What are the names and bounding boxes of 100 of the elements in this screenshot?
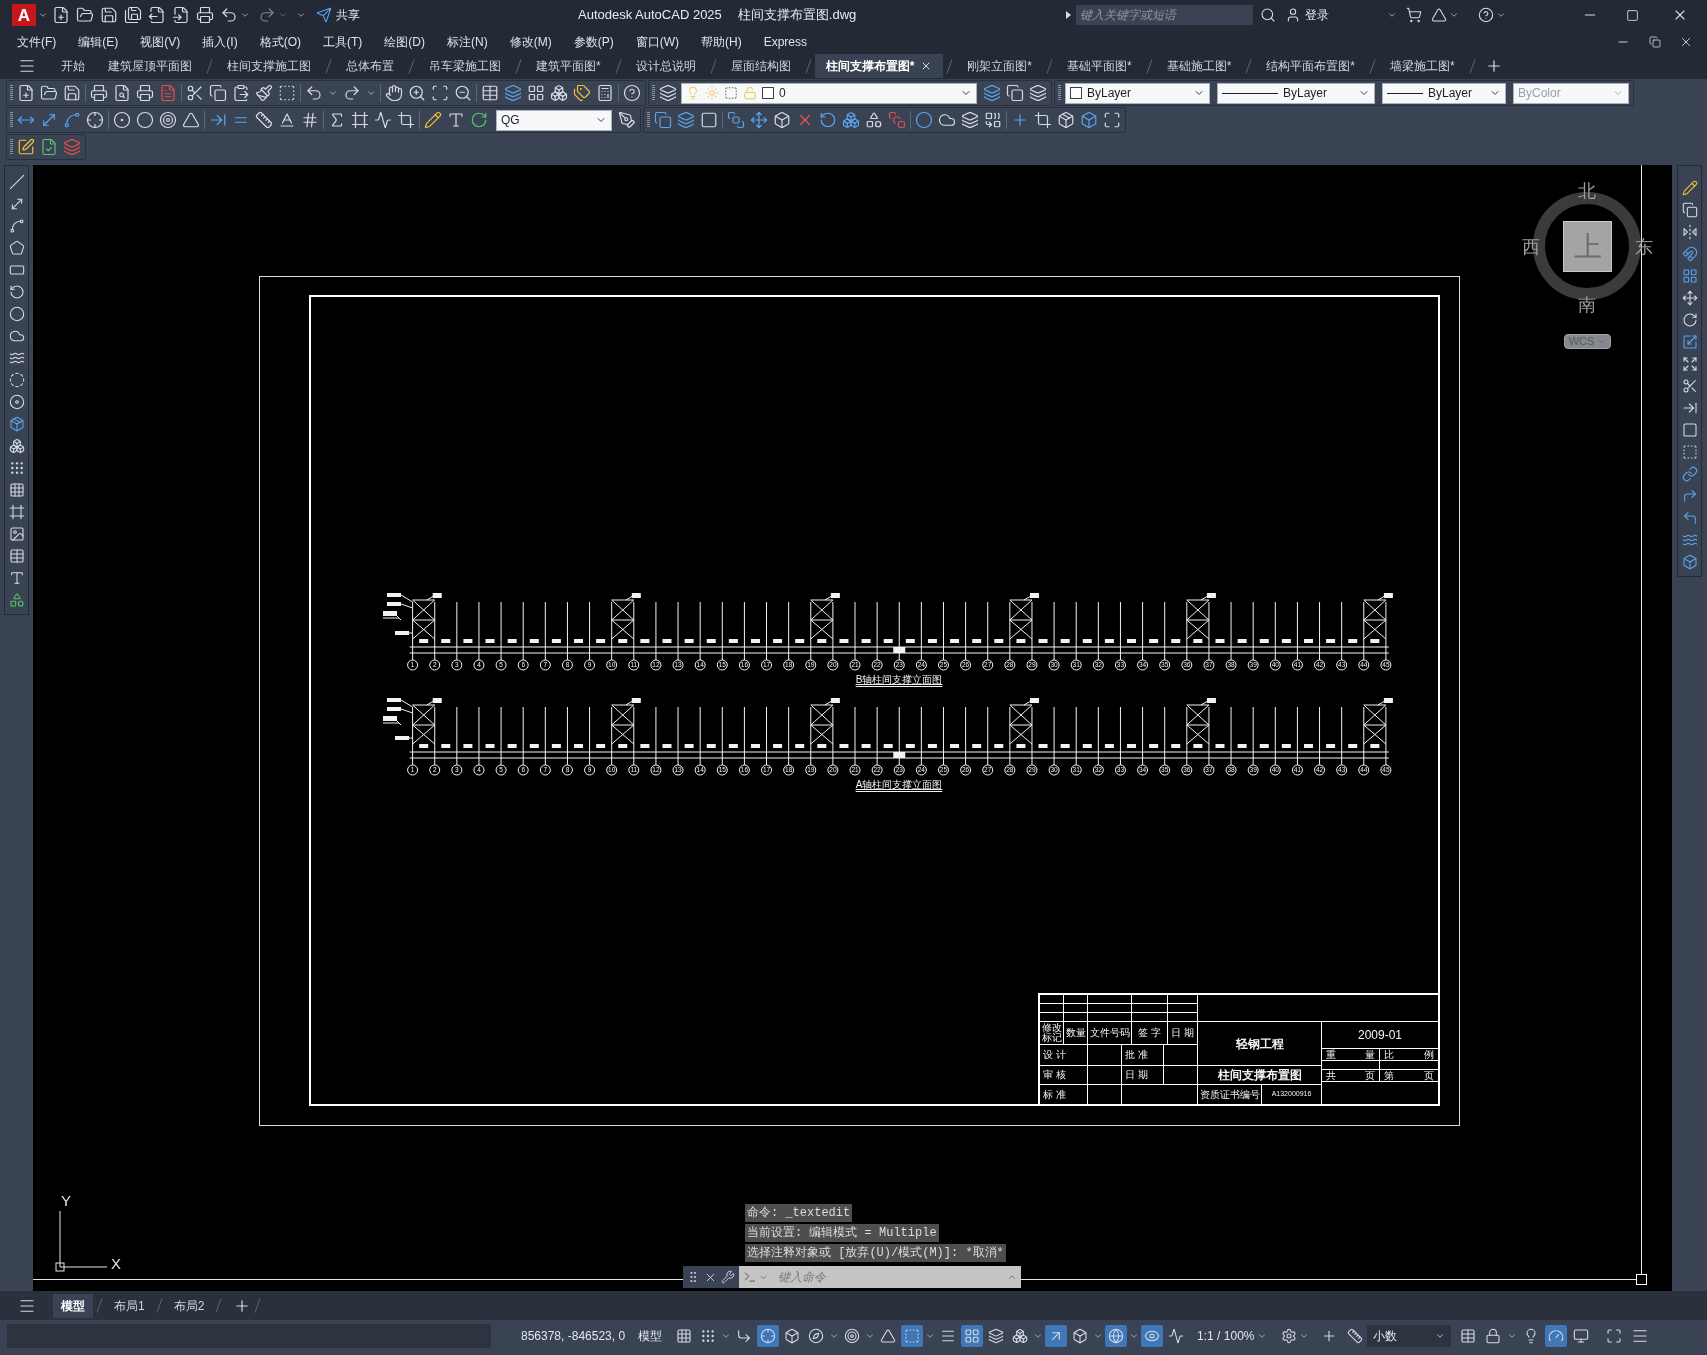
file-tab[interactable]: 建筑平面图* <box>525 54 612 78</box>
folder-open-icon[interactable] <box>40 84 58 102</box>
layers-icon[interactable] <box>659 84 677 102</box>
ruler-icon[interactable] <box>255 111 273 129</box>
arrow-to-line-icon[interactable] <box>209 111 227 129</box>
caret-icon[interactable] <box>1129 1331 1140 1341</box>
link-icon[interactable] <box>1681 466 1698 482</box>
rotate-left-icon[interactable] <box>819 111 837 129</box>
expand-arrows-icon[interactable] <box>1681 356 1698 372</box>
hand-icon[interactable] <box>385 84 403 102</box>
squares-arrow-icon[interactable] <box>984 111 1002 129</box>
shapes-icon[interactable] <box>865 111 883 129</box>
lineweight-dropdown[interactable]: ByLayer <box>1382 82 1506 104</box>
file-tab[interactable]: 基础平面图* <box>1056 54 1143 78</box>
dots-icon[interactable] <box>8 460 25 476</box>
layers-icon[interactable] <box>961 111 979 129</box>
units-dropdown[interactable]: 小数 <box>1367 1325 1452 1347</box>
layer-dropdown[interactable]: 0 <box>681 82 977 104</box>
caret-icon[interactable] <box>1033 1331 1044 1341</box>
file-search-icon[interactable] <box>113 84 131 102</box>
file-tab[interactable]: 吊车梁施工图 <box>418 54 512 78</box>
caret-icon[interactable] <box>1299 1331 1310 1341</box>
triangle-icon[interactable] <box>182 111 200 129</box>
copy-icon[interactable] <box>654 111 672 129</box>
corner-arrow-icon[interactable] <box>1681 488 1698 504</box>
menu-item[interactable]: 视图(V) <box>129 30 192 53</box>
frame-icon[interactable] <box>8 504 25 520</box>
frame-icon[interactable] <box>351 111 369 129</box>
rotate-icon[interactable] <box>470 111 488 129</box>
cube-icon[interactable] <box>1681 554 1698 570</box>
diagonal-line-icon[interactable] <box>8 174 25 190</box>
dimension-style-dropdown[interactable]: QG <box>496 109 612 131</box>
copy-icon[interactable] <box>209 84 227 102</box>
zoom-out-icon[interactable] <box>454 84 472 102</box>
file-tab[interactable]: 设计总说明 <box>624 54 707 78</box>
layers-icon[interactable] <box>677 111 695 129</box>
scaling-icon[interactable] <box>1681 334 1698 350</box>
wrench-icon[interactable] <box>721 1270 735 1284</box>
scissors-icon[interactable] <box>1681 378 1698 394</box>
save-icon[interactable] <box>63 84 81 102</box>
command-input[interactable]: 键入命令 <box>778 1268 1005 1286</box>
pentagon-icon[interactable] <box>8 240 25 256</box>
dashed-square-icon[interactable] <box>724 86 738 100</box>
grip-handle-icon[interactable] <box>10 112 13 128</box>
grid-squares-icon[interactable] <box>1681 268 1698 284</box>
square-icon[interactable] <box>1681 422 1698 438</box>
menu-item[interactable]: 标注(N) <box>436 30 499 53</box>
maximize-icon[interactable] <box>1626 8 1639 22</box>
dashed-circle-icon[interactable] <box>8 372 25 388</box>
user-icon[interactable] <box>1285 7 1301 23</box>
table-icon[interactable] <box>481 84 499 102</box>
file-text-icon[interactable] <box>159 84 177 102</box>
square-icon[interactable] <box>700 111 718 129</box>
menu-item[interactable]: 插入(I) <box>191 30 249 53</box>
file-tab[interactable]: 基础施工图* <box>1155 54 1243 78</box>
square-grip-icon[interactable] <box>1636 1274 1647 1285</box>
zoom-in-icon[interactable] <box>408 84 426 102</box>
menu-item[interactable]: 文件(F) <box>6 30 68 53</box>
caret-icon[interactable] <box>721 1331 732 1341</box>
maximize-icon[interactable] <box>1103 111 1121 129</box>
linetype-dropdown[interactable]: ByLayer <box>1217 82 1375 104</box>
file-tab[interactable]: 墙梁施工图* <box>1379 54 1466 78</box>
caret-icon[interactable] <box>1257 1331 1268 1341</box>
pulse-line-icon[interactable] <box>374 111 392 129</box>
undo-icon[interactable] <box>220 6 238 24</box>
layout-tab[interactable]: 布局1 <box>106 1293 153 1318</box>
copy-icon[interactable] <box>1681 202 1698 218</box>
arrow-to-line-icon[interactable] <box>1681 400 1698 416</box>
caret-icon[interactable] <box>829 1331 840 1341</box>
picture-icon[interactable] <box>8 526 25 542</box>
rectangle-icon[interactable] <box>8 262 25 278</box>
triangle-icon[interactable] <box>1431 7 1447 23</box>
pencil-icon[interactable] <box>424 111 442 129</box>
tags-icon[interactable] <box>573 84 591 102</box>
menu-item[interactable]: Express <box>752 30 818 53</box>
file-tab[interactable]: 屋面结构图 <box>719 54 802 78</box>
folder-open-icon[interactable] <box>76 6 94 24</box>
layers-icon[interactable] <box>504 84 522 102</box>
crop-icon[interactable] <box>397 111 415 129</box>
printer-icon[interactable] <box>90 84 108 102</box>
file-plus-icon[interactable] <box>17 84 35 102</box>
wave-icon[interactable] <box>1681 532 1698 548</box>
text-icon[interactable] <box>447 111 465 129</box>
copy-icon[interactable] <box>1006 84 1024 102</box>
calculator-icon[interactable] <box>596 84 614 102</box>
rotate-icon[interactable] <box>1681 312 1698 328</box>
menu-item[interactable]: 工具(T) <box>312 30 374 53</box>
redo-icon[interactable] <box>343 84 361 102</box>
layers-icon[interactable] <box>983 84 1001 102</box>
app-menu-button[interactable]: A <box>12 4 36 26</box>
stacked-squares-icon[interactable] <box>888 111 906 129</box>
compass-label[interactable]: 南 <box>1577 295 1597 315</box>
undo-icon[interactable] <box>305 84 323 102</box>
file-check-icon[interactable] <box>40 138 58 156</box>
menu-item[interactable]: 帮助(H) <box>690 30 753 53</box>
caret-icon[interactable] <box>1387 10 1397 20</box>
overlapping-squares-icon[interactable] <box>1649 35 1661 48</box>
file-tab[interactable]: 结构平面布置图* <box>1255 54 1367 78</box>
boxes-icon[interactable] <box>550 84 568 102</box>
search-icon[interactable] <box>1260 7 1276 23</box>
